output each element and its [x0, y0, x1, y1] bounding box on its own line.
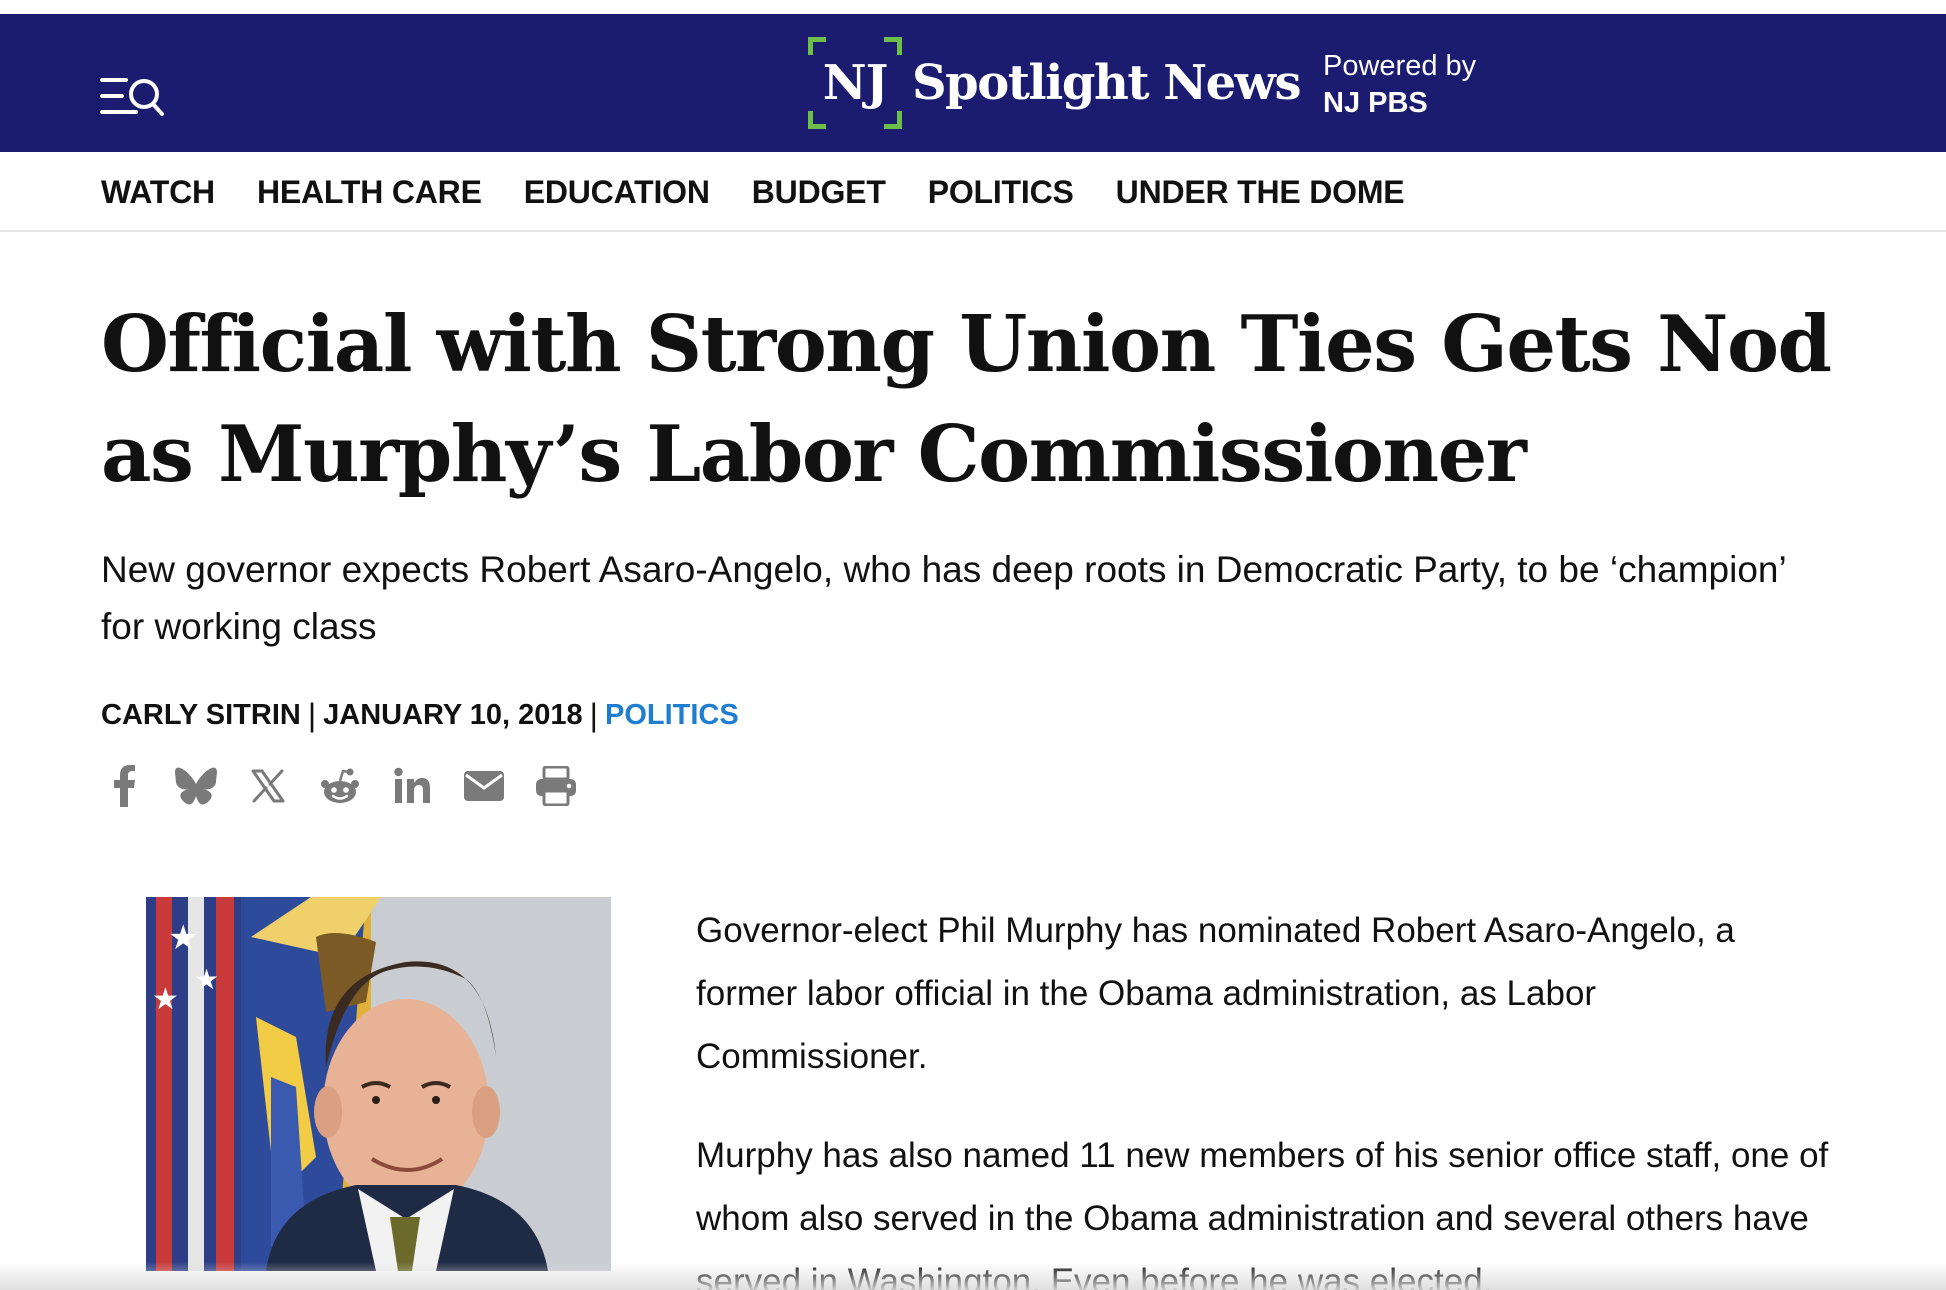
share-print-button[interactable] — [533, 763, 579, 809]
logo-mark: NJ — [808, 37, 902, 129]
share-bar — [101, 763, 605, 809]
logo-name: Spotlight News — [912, 55, 1301, 111]
nav-item-watch[interactable]: WATCH — [101, 174, 215, 211]
bluesky-icon — [175, 767, 217, 805]
print-icon — [536, 766, 576, 806]
powered-by-org: NJ PBS — [1323, 87, 1428, 119]
share-facebook-button[interactable] — [101, 763, 147, 809]
byline: CARLY SITRIN | JANUARY 10, 2018 | POLITI… — [101, 697, 739, 734]
linkedin-icon — [394, 767, 430, 803]
nav-item-education[interactable]: EDUCATION — [524, 174, 710, 211]
reddit-icon — [321, 768, 359, 803]
logo-corner — [884, 111, 902, 129]
logo-mark-text: NJ — [822, 55, 889, 111]
svg-text:★: ★ — [152, 982, 179, 1017]
main-nav: WATCH HEALTH CARE EDUCATION BUDGET POLIT… — [101, 170, 1446, 214]
menu-search-icon — [100, 78, 164, 116]
nav-item-health-care[interactable]: HEALTH CARE — [257, 174, 482, 211]
nav-item-under-the-dome[interactable]: UNDER THE DOME — [1116, 174, 1405, 211]
nav-item-budget[interactable]: BUDGET — [752, 174, 886, 211]
facebook-icon — [114, 765, 135, 807]
svg-text:★: ★ — [168, 918, 198, 958]
powered-by-label: Powered by — [1323, 50, 1477, 82]
logo-corner — [884, 37, 902, 55]
nav-item-politics[interactable]: POLITICS — [928, 174, 1074, 211]
byline-separator: | — [589, 697, 598, 733]
article-photo: ★ ★ ★ — [146, 897, 611, 1271]
byline-author[interactable]: CARLY SITRIN — [101, 699, 301, 732]
share-reddit-button[interactable] — [317, 763, 363, 809]
article-paragraph: Governor-elect Phil Murphy has nominated… — [696, 911, 1735, 1076]
top-strip — [0, 0, 1946, 14]
svg-text:★: ★ — [194, 963, 219, 996]
article-subhead: New governor expects Robert Asaro-Angelo… — [101, 549, 1786, 647]
byline-separator: | — [307, 697, 317, 733]
byline-category[interactable]: POLITICS — [605, 699, 739, 732]
logo-corner — [808, 111, 826, 129]
share-x-button[interactable] — [245, 763, 291, 809]
byline-date: JANUARY 10, 2018 — [323, 699, 583, 731]
share-bluesky-button[interactable] — [173, 763, 219, 809]
share-email-button[interactable] — [461, 763, 507, 809]
portrait-image: ★ ★ ★ — [146, 897, 611, 1271]
menu-search-button[interactable] — [100, 74, 166, 122]
logo-corner — [808, 37, 826, 55]
site-logo[interactable]: NJ Spotlight News — [808, 37, 1301, 129]
email-icon — [464, 771, 504, 801]
nav-divider — [0, 230, 1946, 232]
powered-by[interactable]: Powered by NJ PBS — [1323, 48, 1476, 122]
bottom-fade — [0, 1262, 1946, 1290]
article-body: Governor-elect Phil Murphy has nominated… — [696, 899, 1836, 1290]
x-icon — [251, 769, 285, 803]
article-headline: Official with Strong Union Ties Gets Nod… — [101, 299, 1832, 500]
share-linkedin-button[interactable] — [389, 763, 435, 809]
